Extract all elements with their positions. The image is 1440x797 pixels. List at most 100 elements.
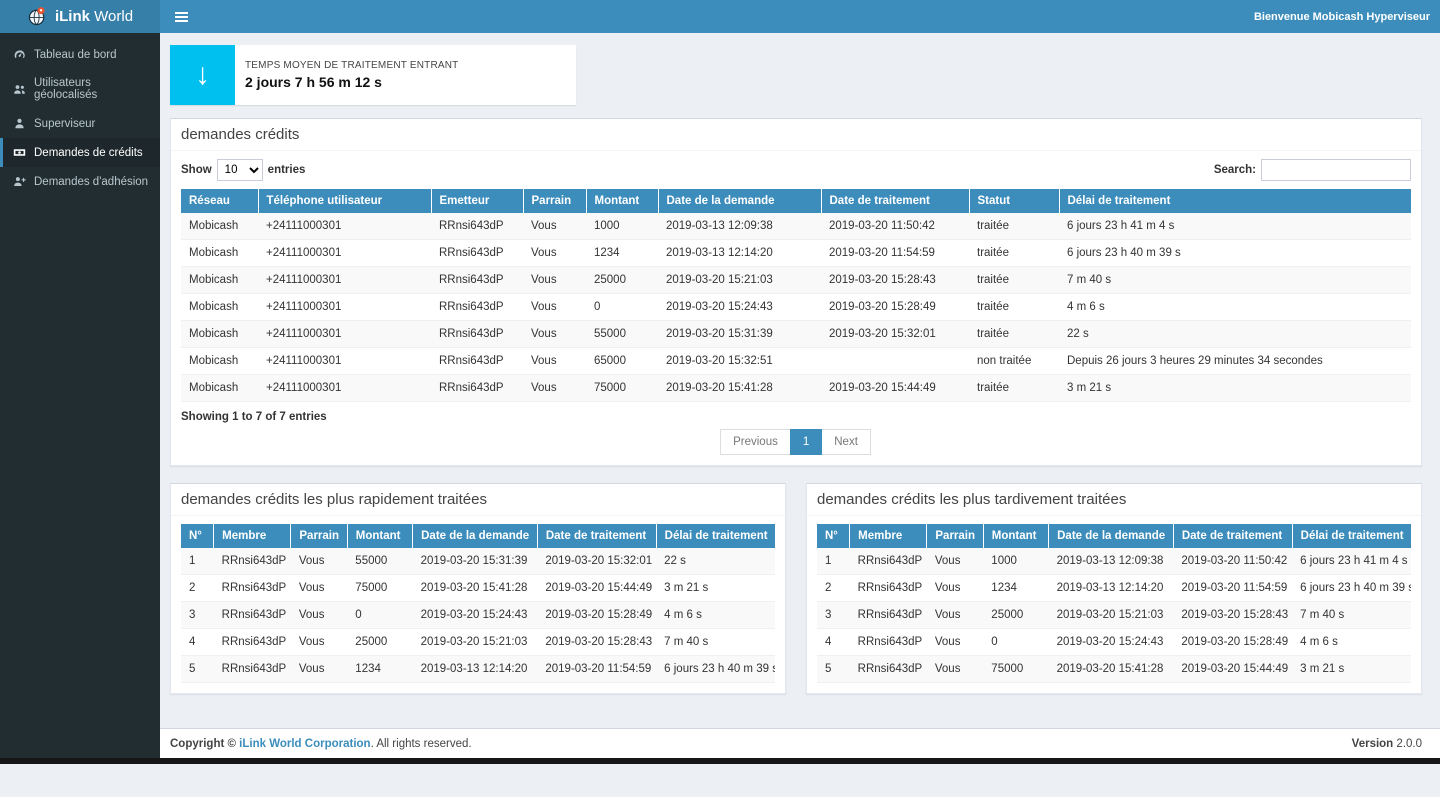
table-cell: 2019-03-20 15:44:49 <box>1173 656 1292 683</box>
credits-table-body: Mobicash+24111000301RRnsi643dPVous100020… <box>181 213 1411 402</box>
table-cell: +24111000301 <box>258 213 431 240</box>
table-cell: 55000 <box>586 321 658 348</box>
column-header[interactable]: Montant <box>983 524 1048 548</box>
table-cell: 6 jours 23 h 40 m 39 s <box>1292 575 1411 602</box>
table-cell: 6 jours 23 h 41 m 4 s <box>1059 213 1411 240</box>
column-header[interactable]: Date de traitement <box>1173 524 1292 548</box>
table-row: Mobicash+24111000301RRnsi643dPVous250002… <box>181 267 1411 294</box>
table-cell: 2 <box>181 575 214 602</box>
table-cell: 1000 <box>983 548 1048 575</box>
column-header[interactable]: Parrain <box>291 524 347 548</box>
table-cell: RRnsi643dP <box>850 602 927 629</box>
table-cell: 2019-03-20 15:28:49 <box>1173 629 1292 656</box>
sidebar-item-utilisateurs-geolocalises[interactable]: Utilisateurs géolocalisés <box>0 69 160 109</box>
table-cell: 5 <box>817 656 850 683</box>
table-row: Mobicash+24111000301RRnsi643dPVous750002… <box>181 375 1411 402</box>
table-cell: 22 s <box>656 548 775 575</box>
table-cell: 1 <box>817 548 850 575</box>
column-header[interactable]: N° <box>181 524 214 548</box>
page-size-select[interactable]: 10 <box>217 159 263 181</box>
search-input[interactable] <box>1261 159 1411 181</box>
table-cell: Mobicash <box>181 321 258 348</box>
credits-requests-panel: demandes crédits Show 10 entries Search:… <box>170 118 1422 466</box>
pagination-next-button[interactable]: Next <box>821 429 871 455</box>
table-row: 4RRnsi643dPVous02019-03-20 15:24:432019-… <box>817 629 1411 656</box>
hamburger-icon <box>175 12 188 14</box>
sidebar-item-demandes-de-credits[interactable]: Demandes de crédits <box>0 138 160 167</box>
column-header[interactable]: Date de traitement <box>537 524 656 548</box>
column-header[interactable]: Membre <box>214 524 291 548</box>
table-cell: Vous <box>291 602 347 629</box>
column-header[interactable]: Délai de traitement <box>1059 189 1411 213</box>
column-header[interactable]: Téléphone utilisateur <box>258 189 431 213</box>
table-cell: +24111000301 <box>258 348 431 375</box>
table-cell: 2019-03-13 12:09:38 <box>658 213 821 240</box>
table-row: Mobicash+24111000301RRnsi643dPVous02019-… <box>181 294 1411 321</box>
table-cell <box>821 348 969 375</box>
table-cell: 2019-03-20 15:24:43 <box>1049 629 1174 656</box>
app-logo[interactable]: iLink World <box>0 0 160 33</box>
sidebar-item-superviseur[interactable]: Superviseur <box>0 109 160 138</box>
table-cell: Vous <box>291 575 347 602</box>
column-header[interactable]: Parrain <box>523 189 586 213</box>
fastest-panel-title: demandes crédits les plus rapidement tra… <box>171 484 785 516</box>
table-cell: 7 m 40 s <box>656 629 775 656</box>
column-header[interactable]: Membre <box>850 524 927 548</box>
column-header[interactable]: Montant <box>347 524 412 548</box>
table-cell: RRnsi643dP <box>850 575 927 602</box>
column-header[interactable]: Réseau <box>181 189 258 213</box>
table-cell: 1 <box>181 548 214 575</box>
column-header[interactable]: Statut <box>969 189 1059 213</box>
column-header[interactable]: Montant <box>586 189 658 213</box>
table-cell: 2019-03-20 15:28:49 <box>537 602 656 629</box>
table-row: 2RRnsi643dPVous12342019-03-13 12:14:2020… <box>817 575 1411 602</box>
table-cell: 1234 <box>586 240 658 267</box>
table-cell: 4 <box>181 629 214 656</box>
column-header[interactable]: Date de traitement <box>821 189 969 213</box>
table-cell: Vous <box>927 548 983 575</box>
pagination-previous-button[interactable]: Previous <box>720 429 791 455</box>
table-cell: traitée <box>969 375 1059 402</box>
sidebar-item-tableau-de-bord[interactable]: Tableau de bord <box>0 40 160 69</box>
column-header[interactable]: Emetteur <box>431 189 523 213</box>
table-row: 1RRnsi643dPVous550002019-03-20 15:31:392… <box>181 548 775 575</box>
table-cell: 3 <box>181 602 214 629</box>
table-cell: 2019-03-20 15:28:43 <box>537 629 656 656</box>
slowest-table: N°MembreParrainMontantDate de la demande… <box>817 524 1411 683</box>
company-link[interactable]: iLink World Corporation <box>239 738 370 750</box>
table-cell: 0 <box>586 294 658 321</box>
table-cell: Vous <box>523 240 586 267</box>
table-cell: 7 m 40 s <box>1292 602 1411 629</box>
table-cell: Vous <box>523 267 586 294</box>
column-header[interactable]: N° <box>817 524 850 548</box>
column-header[interactable]: Date de la demande <box>658 189 821 213</box>
app-title: iLink World <box>55 8 133 25</box>
table-info-text: Showing 1 to 7 of 7 entries <box>181 411 1411 423</box>
table-cell: Mobicash <box>181 267 258 294</box>
column-header[interactable]: Parrain <box>927 524 983 548</box>
column-header[interactable]: Date de la demande <box>1049 524 1174 548</box>
column-header[interactable]: Date de la demande <box>413 524 538 548</box>
pagination-page-1-button[interactable]: 1 <box>790 429 822 455</box>
table-cell: +24111000301 <box>258 267 431 294</box>
sidebar-toggle-button[interactable] <box>160 0 203 33</box>
table-cell: 2019-03-20 15:21:03 <box>413 629 538 656</box>
table-cell: 6 jours 23 h 40 m 39 s <box>656 656 775 683</box>
table-cell: 2019-03-13 12:14:20 <box>413 656 538 683</box>
table-cell: Vous <box>291 656 347 683</box>
avg-processing-time-label: TEMPS MOYEN DE TRAITEMENT ENTRANT <box>245 60 458 71</box>
column-header[interactable]: Délai de traitement <box>1292 524 1411 548</box>
sidebar-item-demandes-adhesion[interactable]: Demandes d'adhésion <box>0 167 160 196</box>
table-row: 5RRnsi643dPVous12342019-03-13 12:14:2020… <box>181 656 775 683</box>
column-header[interactable]: Délai de traitement <box>656 524 775 548</box>
avg-processing-time-card: ↓ TEMPS MOYEN DE TRAITEMENT ENTRANT 2 jo… <box>170 45 576 105</box>
footer: Copyright © iLink World Corporation. All… <box>160 728 1440 758</box>
table-cell: traitée <box>969 294 1059 321</box>
table-cell: traitée <box>969 267 1059 294</box>
table-header-row: N°MembreParrainMontantDate de la demande… <box>181 524 775 548</box>
slowest-processed-panel: demandes crédits les plus tardivement tr… <box>806 483 1422 694</box>
table-cell: 2019-03-20 15:31:39 <box>658 321 821 348</box>
table-cell: 3 m 21 s <box>1292 656 1411 683</box>
table-cell: Mobicash <box>181 213 258 240</box>
sidebar-item-label: Demandes de crédits <box>34 147 143 159</box>
